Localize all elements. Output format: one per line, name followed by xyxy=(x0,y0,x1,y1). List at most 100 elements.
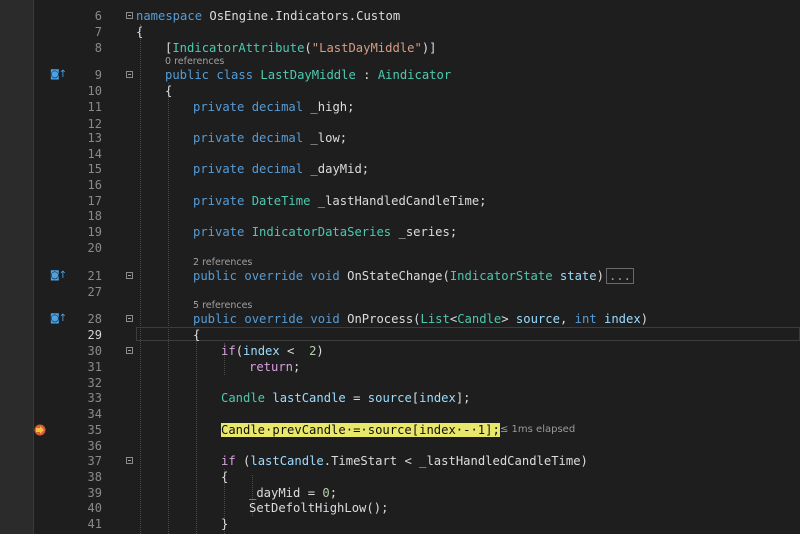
code-text[interactable]: private IndicatorDataSeries _series; xyxy=(193,224,457,240)
code-line[interactable]: 18 xyxy=(0,208,800,224)
line-number[interactable]: 34 xyxy=(34,406,102,422)
line-number[interactable]: 10 xyxy=(34,83,102,99)
code-text[interactable]: private decimal _low; xyxy=(193,130,347,146)
collapsed-region-button[interactable]: ... xyxy=(605,268,634,284)
line-number[interactable]: 20 xyxy=(34,240,102,256)
line-number[interactable]: 32 xyxy=(34,375,102,391)
code-line[interactable]: 21 ◙↑ public override void OnStateChange(I… xyxy=(0,268,800,284)
line-number[interactable]: 19 xyxy=(34,224,102,240)
line-number[interactable]: 16 xyxy=(34,177,102,193)
line-number[interactable]: 31 xyxy=(34,359,102,375)
code-line[interactable]: 40 SetDefoltHighLow(); xyxy=(0,500,800,516)
code-line[interactable]: 13 private decimal _low; xyxy=(0,130,800,146)
line-number[interactable]: 30 xyxy=(34,343,102,359)
line-number[interactable]: 27 xyxy=(34,284,102,300)
line-number[interactable]: 6 xyxy=(34,8,102,24)
implementation-glyph-icon[interactable]: ◙↑ xyxy=(50,313,68,325)
line-number[interactable]: 7 xyxy=(34,24,102,40)
line-number[interactable]: 40 xyxy=(34,500,102,516)
collapse-toggle-icon[interactable] xyxy=(126,457,133,464)
code-text[interactable]: { xyxy=(165,83,172,99)
codelens-references-link[interactable]: 5 references xyxy=(193,300,252,312)
collapse-toggle-icon[interactable] xyxy=(126,272,133,279)
line-number[interactable]: 17 xyxy=(34,193,102,209)
code-line[interactable]: 36 xyxy=(0,438,800,454)
code-line[interactable]: 32 xyxy=(0,375,800,391)
code-text[interactable]: private decimal _high; xyxy=(193,99,354,115)
code-text[interactable]: { xyxy=(136,24,143,40)
code-line[interactable]: 10 { xyxy=(0,83,800,99)
line-number[interactable]: 8 xyxy=(34,40,102,56)
line-number[interactable]: 11 xyxy=(34,99,102,115)
line-number[interactable]: 29 xyxy=(34,327,102,343)
implementation-glyph-icon[interactable]: ◙↑ xyxy=(50,69,68,81)
code-text[interactable]: Candle·prevCandle·=·source[index·-·1]; xyxy=(221,422,500,438)
code-line[interactable]: 30 if(index < 2) xyxy=(0,343,800,359)
code-line[interactable]: 14 xyxy=(0,146,800,162)
code-line[interactable]: 28 ◙↑ public override void OnProcess(List<… xyxy=(0,311,800,327)
line-number[interactable]: 28 xyxy=(34,311,102,327)
collapse-toggle-icon[interactable] xyxy=(126,71,133,78)
collapse-toggle-icon[interactable] xyxy=(126,347,133,354)
perf-tip[interactable]: ≤ 1ms elapsed xyxy=(500,422,575,438)
code-line[interactable]: 19 private IndicatorDataSeries _series; xyxy=(0,224,800,240)
line-number[interactable]: 9 xyxy=(34,67,102,83)
code-line[interactable]: 39 _dayMid = 0; xyxy=(0,485,800,501)
line-number[interactable]: 18 xyxy=(34,208,102,224)
collapse-toggle-icon[interactable] xyxy=(126,12,133,19)
code-line[interactable]: 20 xyxy=(0,240,800,256)
line-number[interactable]: 38 xyxy=(34,469,102,485)
line-number[interactable]: 13 xyxy=(34,130,102,146)
line-number[interactable]: 39 xyxy=(34,485,102,501)
code-line[interactable]: 15 private decimal _dayMid; xyxy=(0,161,800,177)
line-number[interactable]: 36 xyxy=(34,438,102,454)
code-text[interactable]: public override void OnProcess(List<Cand… xyxy=(193,311,648,327)
code-text[interactable]: private decimal _dayMid; xyxy=(193,161,369,177)
code-line[interactable]: 31 return; xyxy=(0,359,800,375)
code-line[interactable]: 9 ◙↑ public class LastDayMiddle : Aindicat… xyxy=(0,67,800,83)
code-line[interactable]: 29 { xyxy=(0,327,800,343)
implementation-glyph-icon[interactable]: ◙↑ xyxy=(50,270,68,282)
code-text[interactable]: { xyxy=(221,469,228,485)
line-number[interactable]: 37 xyxy=(34,453,102,469)
code-line[interactable]: 17 private DateTime _lastHandledCandleTim… xyxy=(0,193,800,209)
line-number[interactable]: 33 xyxy=(34,390,102,406)
line-number[interactable]: 14 xyxy=(34,146,102,162)
code-text[interactable]: { xyxy=(193,327,200,343)
code-line[interactable]: 37 if (lastCandle.TimeStart < _lastHandle… xyxy=(0,453,800,469)
code-text[interactable]: SetDefoltHighLow(); xyxy=(249,500,388,516)
code-line[interactable]: 27 xyxy=(0,284,800,300)
code-line[interactable]: 33 Candle lastCandle = source[index]; xyxy=(0,390,800,406)
code-token: private xyxy=(193,225,245,239)
code-line[interactable]: 8 [IndicatorAttribute("LastDayMiddle")] xyxy=(0,40,800,56)
code-text[interactable]: if (lastCandle.TimeStart < _lastHandledC… xyxy=(221,453,588,469)
code-line[interactable]: 35 Candle·prevCandle·=·source[index·-·1];… xyxy=(0,422,800,438)
code-text[interactable]: if(index < 2) xyxy=(221,343,324,359)
code-line[interactable]: 41} xyxy=(0,516,800,532)
code-line[interactable]: 16 xyxy=(0,177,800,193)
code-text[interactable]: } xyxy=(221,516,228,532)
code-token: index xyxy=(596,312,641,326)
code-line[interactable]: 38 { xyxy=(0,469,800,485)
codelens-references-link[interactable]: 2 references xyxy=(193,257,252,269)
line-number[interactable]: 21 xyxy=(34,268,102,284)
code-text[interactable]: Candle lastCandle = source[index]; xyxy=(221,390,471,406)
code-text[interactable]: namespace OsEngine.Indicators.Custom xyxy=(136,8,400,24)
code-line[interactable]: 34 xyxy=(0,406,800,422)
code-editor[interactable]: 6 namespace OsEngine.Indicators.Custom 7{8… xyxy=(0,0,800,534)
line-number[interactable]: 15 xyxy=(34,161,102,177)
code-text[interactable]: public class LastDayMiddle : Aindicator xyxy=(165,67,451,83)
code-text[interactable]: _dayMid = 0; xyxy=(249,485,337,501)
code-text[interactable]: return; xyxy=(249,359,300,375)
codelens-references-link[interactable]: 0 references xyxy=(165,56,224,68)
code-line[interactable]: 11 private decimal _high; xyxy=(0,99,800,115)
code-text[interactable]: [IndicatorAttribute("LastDayMiddle")] xyxy=(165,40,437,56)
line-number[interactable]: 41 xyxy=(34,516,102,532)
code-text[interactable]: public override void OnStateChange(Indic… xyxy=(193,268,634,284)
breakpoint-execution-arrow-icon[interactable] xyxy=(33,424,47,436)
code-text[interactable]: private DateTime _lastHandledCandleTime; xyxy=(193,193,487,209)
code-line[interactable]: 7{ xyxy=(0,24,800,40)
code-line[interactable]: 6 namespace OsEngine.Indicators.Custom xyxy=(0,8,800,24)
code-token: lastCandle xyxy=(272,391,346,405)
collapse-toggle-icon[interactable] xyxy=(126,315,133,322)
